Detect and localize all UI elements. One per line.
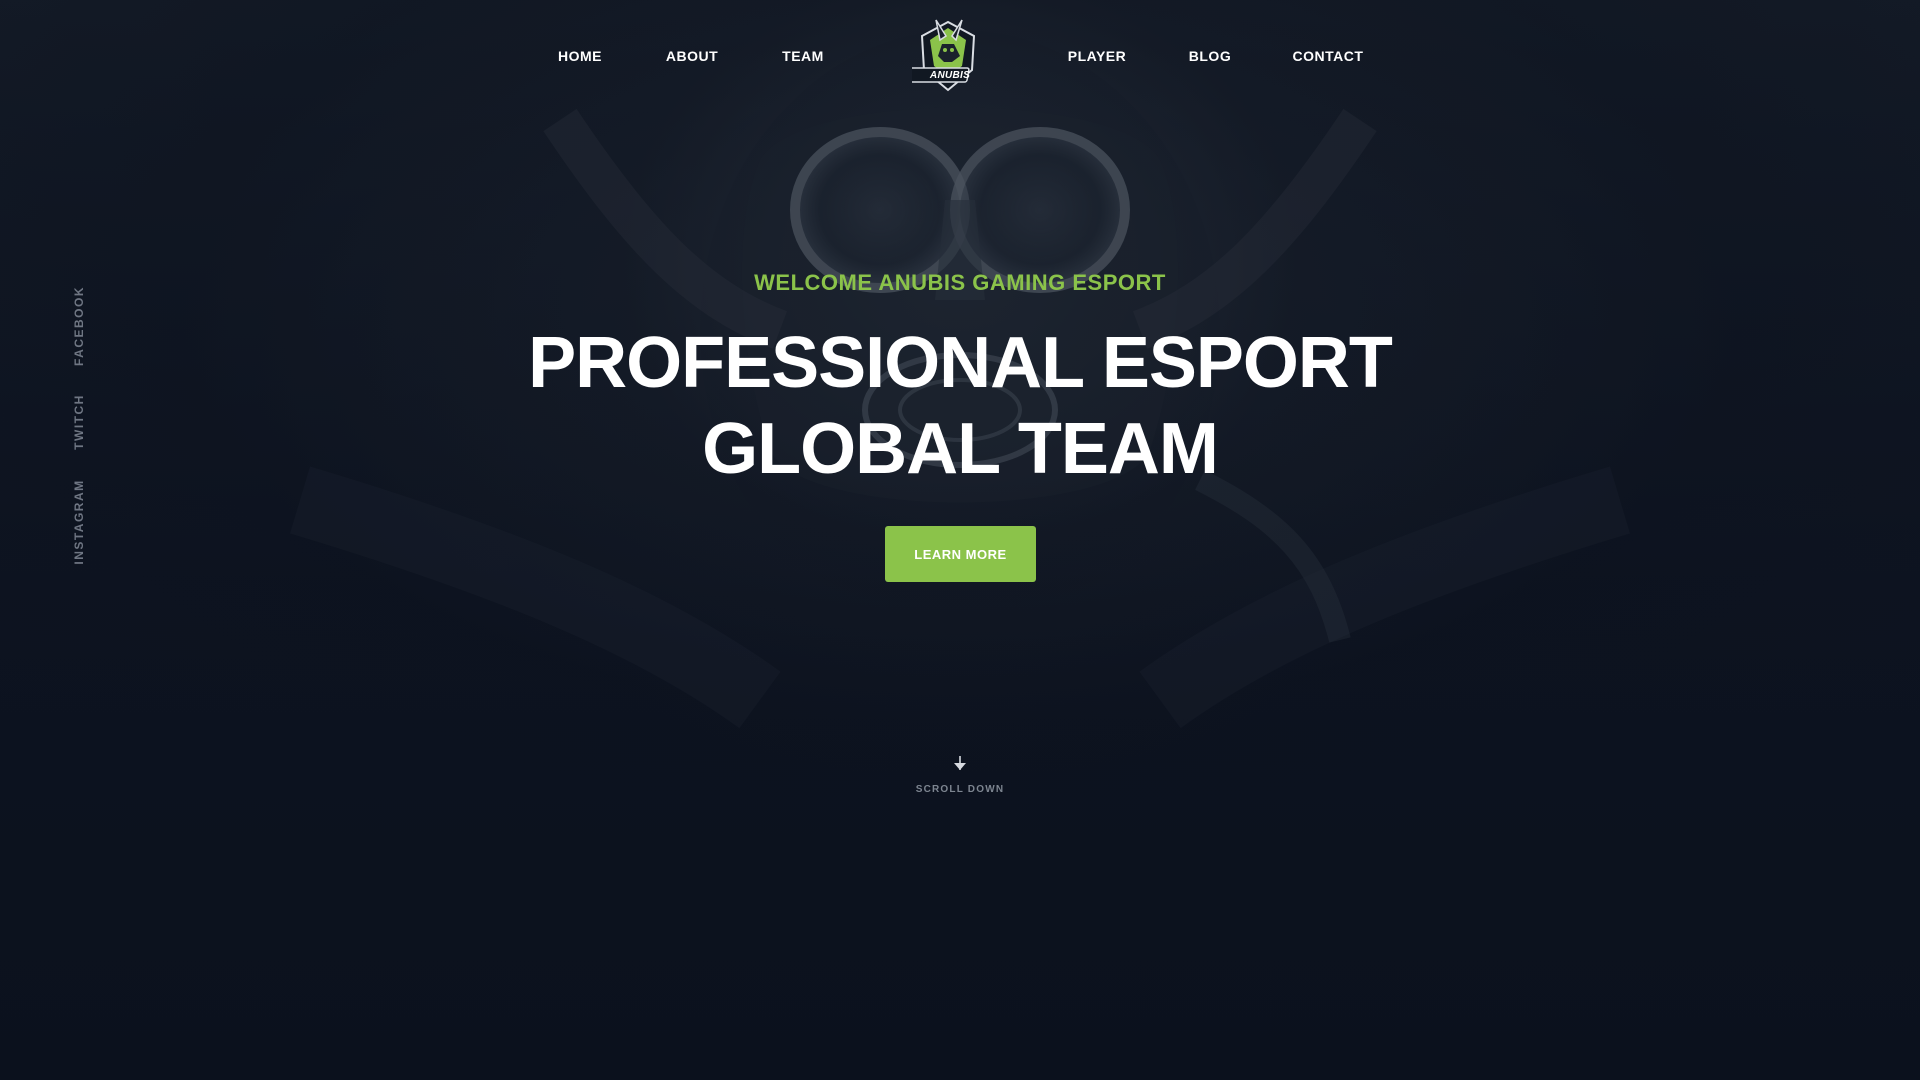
nav-about[interactable]: ABOUT xyxy=(666,48,718,64)
nav-blog[interactable]: BLOG xyxy=(1189,48,1231,64)
nav-team[interactable]: TEAM xyxy=(782,48,824,64)
anubis-logo-icon[interactable] xyxy=(912,18,984,94)
nav-home[interactable]: HOME xyxy=(558,48,602,64)
hero-headline-line-1: PROFESSIONAL ESPORT xyxy=(528,323,1393,403)
nav-player[interactable]: PLAYER xyxy=(1068,48,1127,64)
page: HOME ABOUT TEAM PLAYER BLOG CONTACT ANUB… xyxy=(0,0,1920,1080)
hero-headline: PROFESSIONAL ESPORT GLOBAL TEAM xyxy=(0,320,1920,492)
social-instagram-link[interactable]: INSTAGRAM xyxy=(72,479,86,564)
scroll-down-label: SCROLL DOWN xyxy=(915,784,1005,795)
learn-more-button[interactable]: LEARN MORE xyxy=(885,526,1036,582)
scroll-down-indicator[interactable]: SCROLL DOWN xyxy=(900,756,1020,798)
arrow-down-icon xyxy=(954,756,966,770)
nav-contact[interactable]: CONTACT xyxy=(1293,48,1364,64)
hero-eyebrow: WELCOME ANUBIS GAMING ESPORT xyxy=(754,270,1166,295)
logo-text: ANUBIS xyxy=(929,70,971,81)
hero-headline-line-2: GLOBAL TEAM xyxy=(702,409,1219,489)
social-links: FACEBOOK TWITCH INSTAGRAM xyxy=(64,0,94,600)
